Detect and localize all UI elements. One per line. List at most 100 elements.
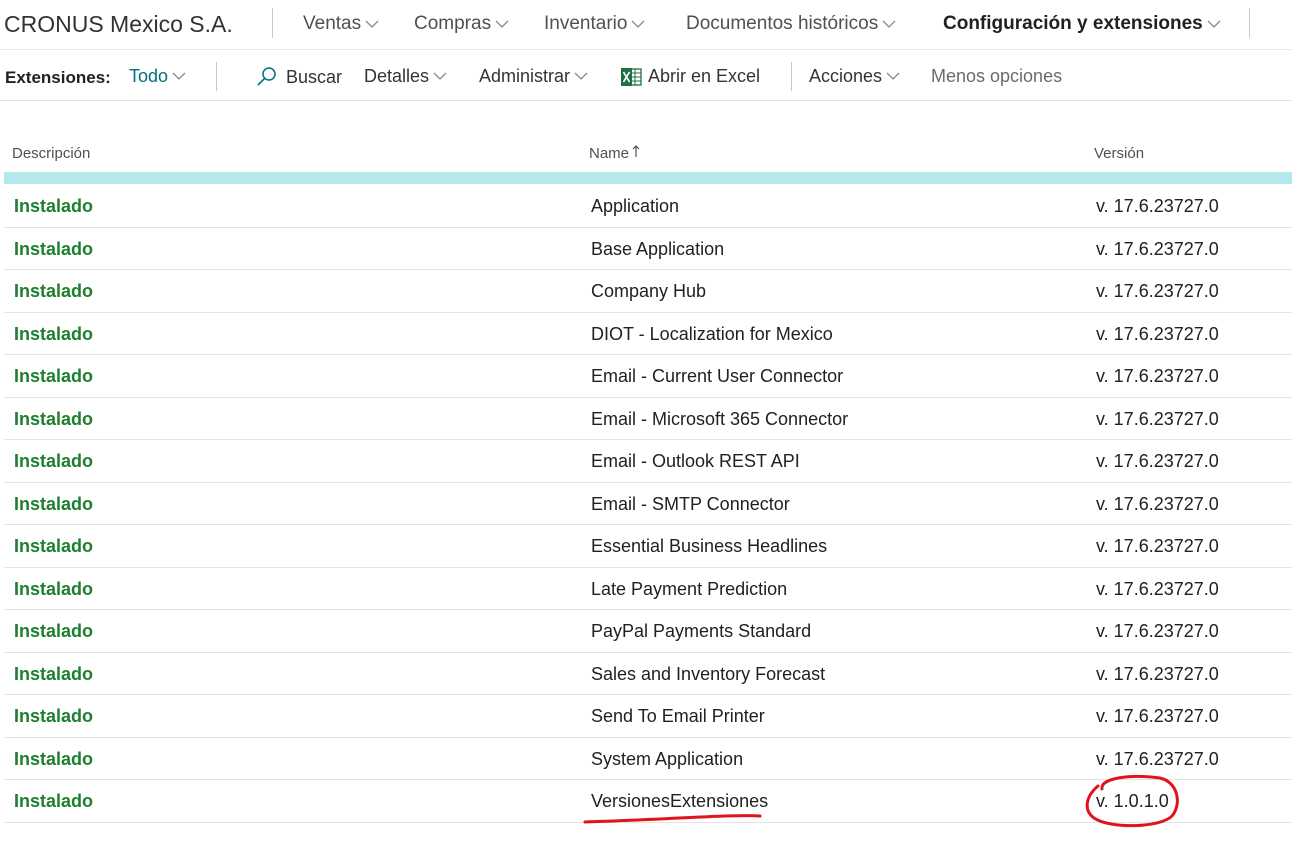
search-icon xyxy=(256,66,278,88)
filter-dropdown[interactable]: Todo xyxy=(129,66,186,87)
name-cell[interactable]: Essential Business Headlines xyxy=(591,536,827,557)
column-header-description[interactable]: Descripción xyxy=(12,145,90,162)
table-row[interactable]: Instalado Late Payment Prediction v. 17.6.… xyxy=(4,568,1292,610)
toolbar-divider xyxy=(216,62,217,91)
name-cell[interactable]: VersionesExtensiones xyxy=(591,791,768,812)
chevron-down-icon xyxy=(882,20,896,29)
table-row[interactable]: Instalado System Application v. 17.6.23727… xyxy=(4,738,1292,780)
version-cell: v. 17.6.23727.0 xyxy=(1096,408,1219,429)
excel-label: Abrir en Excel xyxy=(648,66,761,86)
table-row[interactable]: Instalado PayPal Payments Standard v. 17.6… xyxy=(4,610,1292,653)
nav-item-label: Configuración y extensiones xyxy=(943,13,1203,34)
nav-item-compras[interactable]: Compras xyxy=(414,13,509,35)
column-header-label: Versión xyxy=(1094,145,1145,162)
status-cell: Instalado xyxy=(14,621,94,641)
nav-item-configuracion-extensiones[interactable]: Configuración y extensiones xyxy=(943,13,1221,35)
selected-row-highlight[interactable] xyxy=(4,172,1292,184)
status-cell: Instalado xyxy=(14,281,94,301)
version-cell: v. 1.0.1.0 xyxy=(1096,791,1169,811)
nav-item-inventario[interactable]: Inventario xyxy=(544,13,645,35)
nav-divider xyxy=(1249,8,1250,38)
status-cell: Instalado xyxy=(14,578,94,599)
chevron-down-icon xyxy=(172,72,186,81)
nav-item-label: Ventas xyxy=(303,13,362,34)
actions-menu[interactable]: Acciones xyxy=(809,66,900,87)
version-cell: v. 17.6.23727.0 xyxy=(1096,451,1219,471)
status-cell: Instalado xyxy=(14,536,94,556)
column-header-label: Descripción xyxy=(12,145,91,162)
version-cell: v. 17.6.23727.0 xyxy=(1096,536,1219,556)
table-row[interactable]: Instalado VersionesExtensiones v. 1.0.1.0 xyxy=(4,780,1292,823)
name-cell[interactable]: Email - SMTP Connector xyxy=(591,494,790,515)
chevron-down-icon xyxy=(433,72,447,81)
nav-item-ventas[interactable]: Ventas xyxy=(303,13,379,35)
nav-item-label: Documentos históricos xyxy=(686,13,879,34)
chevron-down-icon xyxy=(886,72,900,81)
name-cell[interactable]: Application xyxy=(591,196,679,217)
column-header-name[interactable]: Name xyxy=(589,145,640,162)
version-cell: v. 17.6.23727.0 xyxy=(1096,578,1219,599)
version-cell: v. 17.6.23727.0 xyxy=(1096,748,1219,769)
chevron-down-icon xyxy=(574,72,588,81)
table-row[interactable]: Instalado Send To Email Printer v. 17.6.23… xyxy=(4,695,1292,738)
status-cell: Instalado xyxy=(14,748,94,769)
action-bar: Extensiones: Todo Buscar Detalles Admini… xyxy=(0,51,1292,101)
table-row[interactable]: Instalado Application v. 17.6.23727.0 xyxy=(4,185,1292,228)
table-row[interactable]: Instalado DIOT - Localization for Mexico v… xyxy=(4,313,1292,355)
nav-item-documentos-historicos[interactable]: Documentos históricos xyxy=(686,13,896,35)
name-cell[interactable]: DIOT - Localization for Mexico xyxy=(591,324,833,345)
sort-ascending-icon xyxy=(632,145,640,162)
nav-item-label: Compras xyxy=(414,13,492,34)
status-cell: Instalado xyxy=(14,408,94,429)
toolbar-divider xyxy=(791,62,792,91)
open-in-excel-button[interactable]: Abrir en Excel xyxy=(621,66,760,87)
nav-item-label: Inventario xyxy=(544,13,628,34)
column-header-version[interactable]: Versión xyxy=(1094,145,1144,162)
chevron-down-icon xyxy=(1207,20,1221,29)
name-cell[interactable]: Base Application xyxy=(591,239,724,260)
status-cell: Instalado xyxy=(14,706,94,726)
top-navigation: CRONUS Mexico S.A. Ventas Compras Invent… xyxy=(0,0,1292,50)
table-row[interactable]: Instalado Email - SMTP Connector v. 17.6.2… xyxy=(4,483,1292,525)
column-header-label: Name xyxy=(589,145,630,162)
page-title: Extensiones: xyxy=(5,68,111,87)
search-label: Buscar xyxy=(286,66,343,87)
company-name[interactable]: CRONUS Mexico S.A. xyxy=(4,11,233,38)
status-cell: Instalado xyxy=(14,196,94,216)
name-cell[interactable]: Email - Microsoft 365 Connector xyxy=(591,409,848,430)
search-button[interactable]: Buscar xyxy=(256,66,342,88)
name-cell[interactable]: Company Hub xyxy=(591,281,706,302)
table-row[interactable]: Instalado Essential Business Headlines v. … xyxy=(4,525,1292,568)
status-cell: Instalado xyxy=(14,493,94,514)
table-row[interactable]: Instalado Email - Outlook REST API v. 17.6… xyxy=(4,440,1292,483)
status-cell: Instalado xyxy=(14,366,94,386)
version-cell: v. 17.6.23727.0 xyxy=(1096,196,1219,216)
nav-divider xyxy=(272,8,273,38)
excel-icon xyxy=(621,67,642,87)
version-cell: v. 17.6.23727.0 xyxy=(1096,366,1219,386)
name-cell[interactable]: PayPal Payments Standard xyxy=(591,621,811,642)
table-row[interactable]: Instalado Email - Current User Connector v… xyxy=(4,355,1292,398)
table-row[interactable]: Instalado Company Hub v. 17.6.23727.0 xyxy=(4,270,1292,313)
version-cell: v. 17.6.23727.0 xyxy=(1096,621,1219,641)
table-row[interactable]: Instalado Email - Microsoft 365 Connector… xyxy=(4,398,1292,440)
name-cell[interactable]: System Application xyxy=(591,749,743,770)
list-rows: Instalado Application v. 17.6.23727.0 Insta… xyxy=(4,185,1292,823)
table-row[interactable]: Instalado Base Application v. 17.6.23727.0 xyxy=(4,228,1292,270)
name-cell[interactable]: Send To Email Printer xyxy=(591,706,765,727)
filter-label: Todo xyxy=(129,66,169,86)
details-menu[interactable]: Detalles xyxy=(364,66,447,87)
chevron-down-icon xyxy=(365,20,379,29)
status-cell: Instalado xyxy=(14,323,94,344)
status-cell: Instalado xyxy=(14,663,94,684)
version-cell: v. 17.6.23727.0 xyxy=(1096,281,1219,301)
name-cell[interactable]: Late Payment Prediction xyxy=(591,579,787,600)
name-cell[interactable]: Sales and Inventory Forecast xyxy=(591,664,825,685)
name-cell[interactable]: Email - Current User Connector xyxy=(591,366,843,387)
name-cell[interactable]: Email - Outlook REST API xyxy=(591,451,800,472)
manage-menu[interactable]: Administrar xyxy=(479,66,588,87)
version-cell: v. 17.6.23727.0 xyxy=(1096,663,1219,684)
status-cell: Instalado xyxy=(14,238,94,259)
fewer-options-button[interactable]: Menos opciones xyxy=(931,66,1062,87)
table-row[interactable]: Instalado Sales and Inventory Forecast v. … xyxy=(4,653,1292,695)
